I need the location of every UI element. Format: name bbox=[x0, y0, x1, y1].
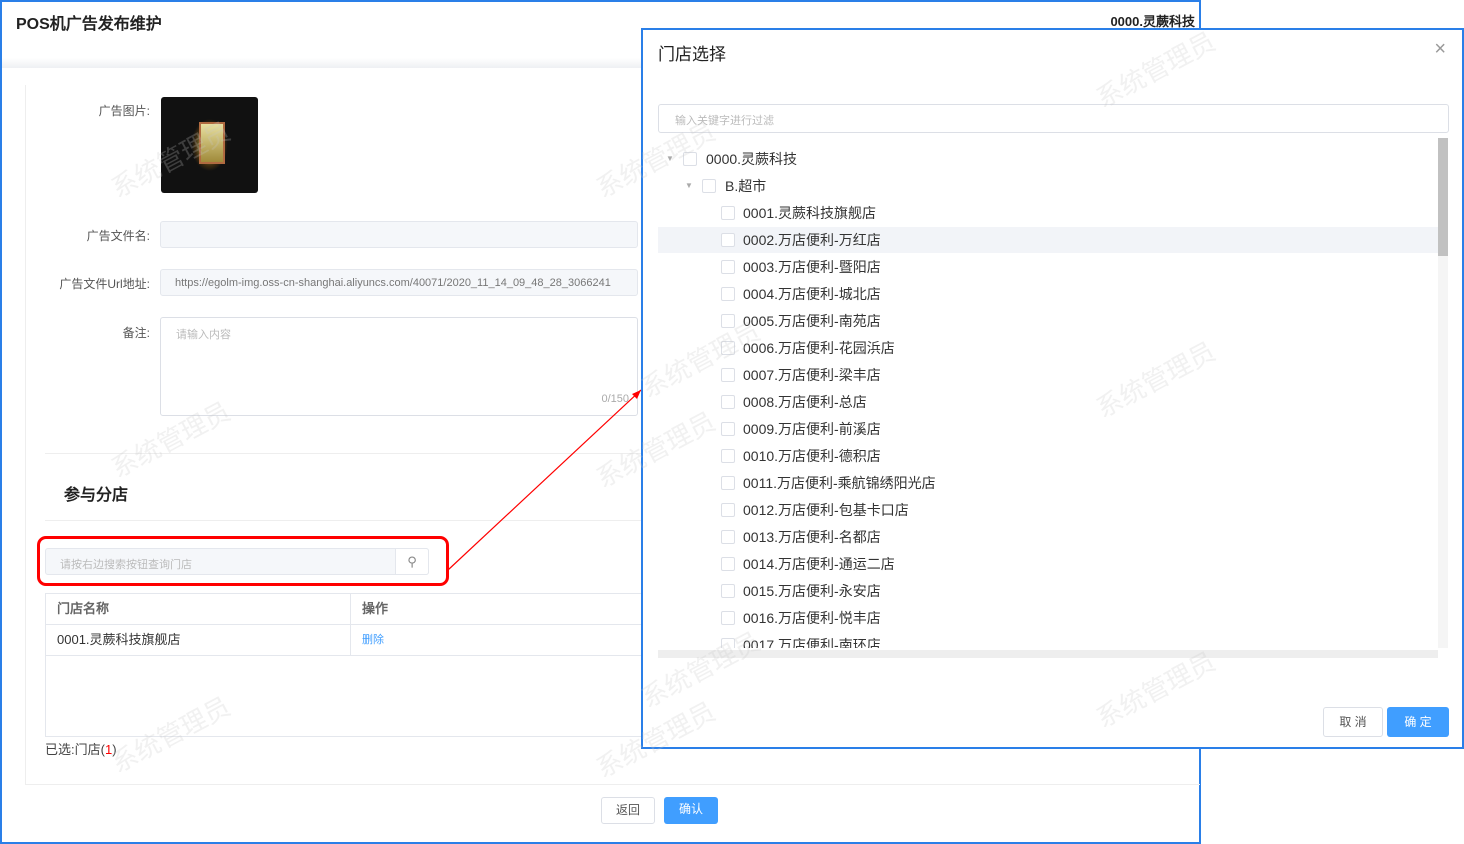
node-label: 0012.万店便利-包基卡口店 bbox=[743, 502, 909, 518]
node-label: 0013.万店便利-名都店 bbox=[743, 529, 881, 545]
checkbox[interactable] bbox=[721, 368, 735, 382]
checkbox[interactable] bbox=[721, 476, 735, 490]
tree-node-store[interactable]: 0005.万店便利-南苑店 bbox=[658, 308, 1439, 334]
tree-node-store[interactable]: 0015.万店便利-永安店 bbox=[658, 578, 1439, 604]
store-select-dialog: 门店选择 × 输入关键字进行过滤 ▼ 0000.灵蕨科技 ▼ B.超市 0001.灵… bbox=[641, 28, 1464, 749]
node-label: 0003.万店便利-暨阳店 bbox=[743, 259, 881, 275]
node-label: 0017.万店便利-南环店 bbox=[743, 637, 881, 648]
checkbox[interactable] bbox=[721, 422, 735, 436]
checkbox[interactable] bbox=[721, 557, 735, 571]
node-label: 0011.万店便利-乘航锦绣阳光店 bbox=[743, 475, 936, 491]
cancel-button[interactable]: 取 消 bbox=[1323, 707, 1383, 737]
node-label: 0005.万店便利-南苑店 bbox=[743, 313, 881, 329]
remark-label: 备注: bbox=[122, 326, 150, 340]
checkbox[interactable] bbox=[721, 449, 735, 463]
checkbox[interactable] bbox=[721, 341, 735, 355]
tree-node-group[interactable]: ▼ B.超市 bbox=[658, 173, 1439, 199]
filter-placeholder: 输入关键字进行过滤 bbox=[675, 115, 774, 127]
tree-node-store[interactable]: 0007.万店便利-梁丰店 bbox=[658, 362, 1439, 388]
node-label: 0016.万店便利-悦丰店 bbox=[743, 610, 881, 626]
checkbox[interactable] bbox=[721, 287, 735, 301]
node-label: 0015.万店便利-永安店 bbox=[743, 583, 881, 599]
tree-node-store[interactable]: 0003.万店便利-暨阳店 bbox=[658, 254, 1439, 280]
tree-node-store[interactable]: 0011.万店便利-乘航锦绣阳光店 bbox=[658, 470, 1439, 496]
tree-node-store[interactable]: 0004.万店便利-城北店 bbox=[658, 281, 1439, 307]
node-label: 0009.万店便利-前溪店 bbox=[743, 421, 881, 437]
filter-input[interactable]: 输入关键字进行过滤 bbox=[658, 104, 1449, 133]
checkbox[interactable] bbox=[683, 152, 697, 166]
ok-button[interactable]: 确 定 bbox=[1387, 707, 1449, 737]
checkbox[interactable] bbox=[721, 584, 735, 598]
tree-node-store[interactable]: 0012.万店便利-包基卡口店 bbox=[658, 497, 1439, 523]
node-label: 0006.万店便利-花园浜店 bbox=[743, 340, 895, 356]
checkbox[interactable] bbox=[721, 233, 735, 247]
node-label: 0007.万店便利-梁丰店 bbox=[743, 367, 881, 383]
close-icon[interactable]: × bbox=[1434, 38, 1446, 61]
tree-node-root[interactable]: ▼ 0000.灵蕨科技 bbox=[658, 146, 1439, 172]
tree-node-store[interactable]: 0014.万店便利-通运二店 bbox=[658, 551, 1439, 577]
caret-down-icon[interactable]: ▼ bbox=[685, 173, 693, 199]
tree-node-store[interactable]: 0002.万店便利-万红店 bbox=[658, 227, 1439, 253]
node-label: 0000.灵蕨科技 bbox=[706, 151, 798, 167]
checkbox[interactable] bbox=[702, 179, 716, 193]
image-label: 广告图片: bbox=[98, 104, 150, 118]
node-label: 0010.万店便利-德积店 bbox=[743, 448, 881, 464]
store-tree: ▼ 0000.灵蕨科技 ▼ B.超市 0001.灵蕨科技旗舰店 0002.万店便利-万… bbox=[658, 138, 1439, 648]
tree-node-store[interactable]: 0017.万店便利-南环店 bbox=[658, 632, 1439, 648]
dialog-title: 门店选择 bbox=[658, 45, 726, 64]
checkbox[interactable] bbox=[721, 611, 735, 625]
node-label: 0002.万店便利-万红店 bbox=[743, 232, 881, 248]
filename-label: 广告文件名: bbox=[86, 229, 150, 243]
scroll-thumb[interactable] bbox=[1438, 138, 1448, 256]
node-label: 0004.万店便利-城北店 bbox=[743, 286, 881, 302]
tree-node-store[interactable]: 0006.万店便利-花园浜店 bbox=[658, 335, 1439, 361]
tree-node-store[interactable]: 0016.万店便利-悦丰店 bbox=[658, 605, 1439, 631]
horizontal-scrollbar[interactable] bbox=[658, 650, 1438, 658]
caret-down-icon[interactable]: ▼ bbox=[666, 146, 674, 172]
checkbox[interactable] bbox=[721, 260, 735, 274]
checkbox[interactable] bbox=[721, 206, 735, 220]
checkbox[interactable] bbox=[721, 503, 735, 517]
tree-node-store[interactable]: 0009.万店便利-前溪店 bbox=[658, 416, 1439, 442]
tree-node-store[interactable]: 0010.万店便利-德积店 bbox=[658, 443, 1439, 469]
checkbox[interactable] bbox=[721, 395, 735, 409]
node-label: 0014.万店便利-通运二店 bbox=[743, 556, 895, 572]
vertical-scrollbar[interactable] bbox=[1438, 138, 1448, 648]
node-label: 0008.万店便利-总店 bbox=[743, 394, 867, 410]
node-label: B.超市 bbox=[725, 178, 767, 194]
checkbox[interactable] bbox=[721, 638, 735, 648]
checkbox[interactable] bbox=[721, 314, 735, 328]
tree-node-store[interactable]: 0013.万店便利-名都店 bbox=[658, 524, 1439, 550]
node-label: 0001.灵蕨科技旗舰店 bbox=[743, 205, 877, 221]
tree-node-store[interactable]: 0001.灵蕨科技旗舰店 bbox=[658, 200, 1439, 226]
url-label: 广告文件Url地址: bbox=[59, 277, 150, 291]
tree-node-store[interactable]: 0008.万店便利-总店 bbox=[658, 389, 1439, 415]
checkbox[interactable] bbox=[721, 530, 735, 544]
